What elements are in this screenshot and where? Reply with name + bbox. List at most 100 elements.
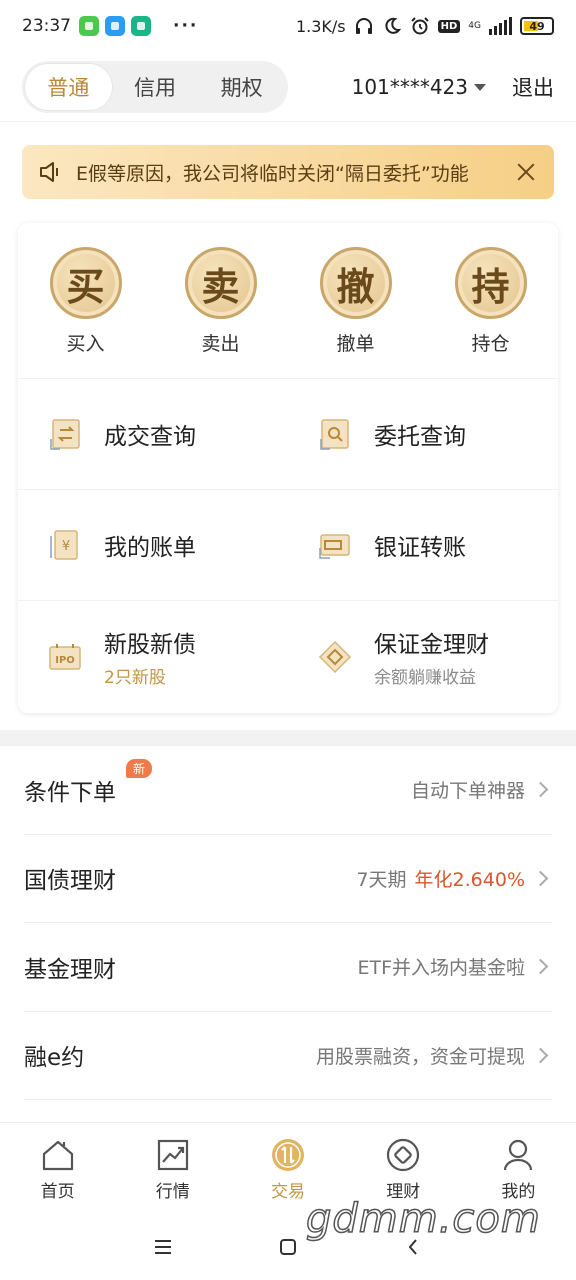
tab-normal[interactable]: 普通	[25, 64, 112, 110]
shield-app-icon	[131, 16, 151, 36]
cancel-order-label: 撤单	[336, 333, 375, 355]
logout-button[interactable]: 退出	[512, 72, 554, 102]
ipo-button[interactable]: IPO 新股新债 2只新股	[18, 601, 288, 712]
headphones-icon	[355, 18, 372, 34]
menu-icon	[154, 1240, 171, 1254]
list-item-fund[interactable]: 基金理财 ETF并入场内基金啦	[24, 923, 552, 1012]
exchange-doc-icon	[50, 419, 80, 450]
nav-market-label: 行情	[155, 1182, 190, 1202]
margin-finance-button[interactable]: 保证金理财 余额躺赚收益	[288, 601, 558, 712]
yield-rate: 年化2.640%	[414, 868, 525, 891]
list-item-desc: 7天期 年化2.640%	[356, 865, 552, 892]
list-item-rongeyue[interactable]: 融e约 用股票融资，资金可提现	[24, 1012, 552, 1100]
list-item-treasury[interactable]: 国债理财 7天期 年化2.640%	[24, 835, 552, 923]
upload-app-icon	[105, 16, 125, 36]
grid-row: IPO 新股新债 2只新股 保证金理财 余额躺赚收益	[18, 601, 558, 712]
diamond-icon	[318, 640, 352, 673]
list-item-desc: 自动下单神器	[411, 776, 552, 803]
buy-label: 买入	[66, 333, 105, 355]
margin-finance-label: 保证金理财	[374, 632, 489, 658]
home-button[interactable]	[268, 1227, 308, 1267]
menu-button[interactable]	[143, 1227, 183, 1267]
status-bar: 23:37 ··· 1.3K/s HD 4G 49	[0, 0, 576, 52]
list-item-desc: 用股票融资，资金可提现	[316, 1042, 552, 1069]
network-type: 4G	[468, 20, 481, 31]
sell-button[interactable]: 卖 卖出	[153, 223, 288, 378]
speaker-icon	[40, 162, 58, 182]
tab-credit[interactable]: 信用	[112, 64, 199, 110]
list-item-title: 融e约	[24, 1045, 85, 1072]
my-bill-button[interactable]: ¥ 我的账单	[18, 490, 288, 600]
account-number: 101****423	[351, 75, 468, 99]
cancel-order-icon: 撤	[319, 247, 392, 319]
chart-icon	[157, 1139, 188, 1171]
notice-text: E假等原因，我公司将临时关闭“隔日委托”功能	[76, 162, 469, 185]
account-selector[interactable]: 101****423	[352, 75, 512, 99]
grid-row: 成交查询 委托查询	[18, 379, 558, 490]
card-icon	[319, 534, 350, 559]
positions-icon: 持	[454, 247, 527, 319]
buy-button[interactable]: 买 买入	[18, 223, 153, 378]
deals-query-button[interactable]: 成交查询	[18, 379, 288, 489]
moon-icon	[385, 17, 401, 34]
sell-label: 卖出	[201, 333, 240, 355]
back-icon	[408, 1239, 418, 1255]
deals-query-label: 成交查询	[104, 424, 196, 450]
square-icon	[279, 1239, 296, 1255]
ipo-label: 新股新债	[104, 632, 196, 658]
home-icon	[42, 1140, 73, 1171]
cancel-order-button[interactable]: 撤 撤单	[288, 223, 423, 378]
chevron-right-icon	[532, 1047, 549, 1064]
wechat-app-icon	[79, 16, 99, 36]
section-divider	[0, 730, 576, 746]
notice-banner[interactable]: E假等原因，我公司将临时关闭“隔日委托”功能	[22, 145, 554, 199]
chevron-right-icon	[532, 870, 549, 887]
alarm-icon	[410, 17, 429, 35]
battery-icon: 49	[520, 17, 554, 35]
chevron-right-icon	[532, 958, 549, 975]
chevron-down-icon	[474, 83, 486, 91]
network-speed: 1.3K/s	[295, 16, 346, 36]
buy-icon: 买	[49, 247, 122, 319]
positions-button[interactable]: 持 持仓	[423, 223, 558, 378]
hd-icon: HD	[437, 19, 461, 33]
sell-icon: 卖	[184, 247, 257, 319]
service-list: 条件下单 新 自动下单神器 国债理财 7天期 年化2.640% 基金理财 ETF…	[0, 746, 576, 1100]
status-time: 23:37	[22, 16, 71, 36]
nav-home[interactable]: 首页	[0, 1123, 115, 1212]
wealth-icon	[387, 1138, 420, 1172]
new-badge: 新	[125, 758, 152, 778]
trade-icon	[272, 1139, 304, 1171]
nav-home-label: 首页	[40, 1182, 75, 1202]
user-icon	[504, 1139, 533, 1171]
account-type-switch: 普通 信用 期权	[22, 61, 288, 113]
system-nav-bar	[0, 1214, 576, 1280]
svg-text:IPO: IPO	[55, 655, 75, 666]
divider	[0, 121, 576, 122]
nav-market[interactable]: 行情	[115, 1123, 230, 1212]
quick-actions: 买 买入 卖 卖出 撤 撤单 持 持仓	[18, 223, 558, 379]
back-button[interactable]	[393, 1227, 433, 1267]
trade-card: 买 买入 卖 卖出 撤 撤单 持 持仓 成交查询 委托查询 ¥ 我的账单 银证转…	[18, 223, 558, 713]
close-icon[interactable]	[514, 160, 538, 184]
bank-transfer-label: 银证转账	[374, 535, 466, 561]
list-item-title: 国债理财	[24, 868, 116, 895]
list-item-conditional-order[interactable]: 条件下单 新 自动下单神器	[24, 746, 552, 835]
bank-transfer-button[interactable]: 银证转账	[288, 490, 558, 600]
search-doc-icon	[320, 419, 349, 450]
bill-icon: ¥	[50, 530, 78, 560]
my-bill-label: 我的账单	[104, 535, 196, 561]
grid-row: ¥ 我的账单 银证转账	[18, 490, 558, 601]
list-item-desc: ETF并入场内基金啦	[357, 953, 552, 980]
orders-query-button[interactable]: 委托查询	[288, 379, 558, 489]
list-item-title: 条件下单 新	[24, 758, 152, 807]
chevron-right-icon	[532, 781, 549, 798]
tab-options[interactable]: 期权	[198, 64, 285, 110]
list-item-title: 基金理财	[24, 956, 116, 983]
ipo-subtitle: 2只新股	[104, 668, 166, 688]
nav-trade-label: 交易	[271, 1182, 305, 1202]
trade-header: 普通 信用 期权 101****423 退出	[22, 60, 554, 114]
ipo-icon: IPO	[49, 643, 81, 670]
positions-label: 持仓	[471, 333, 510, 355]
margin-finance-subtitle: 余额躺赚收益	[374, 668, 476, 688]
